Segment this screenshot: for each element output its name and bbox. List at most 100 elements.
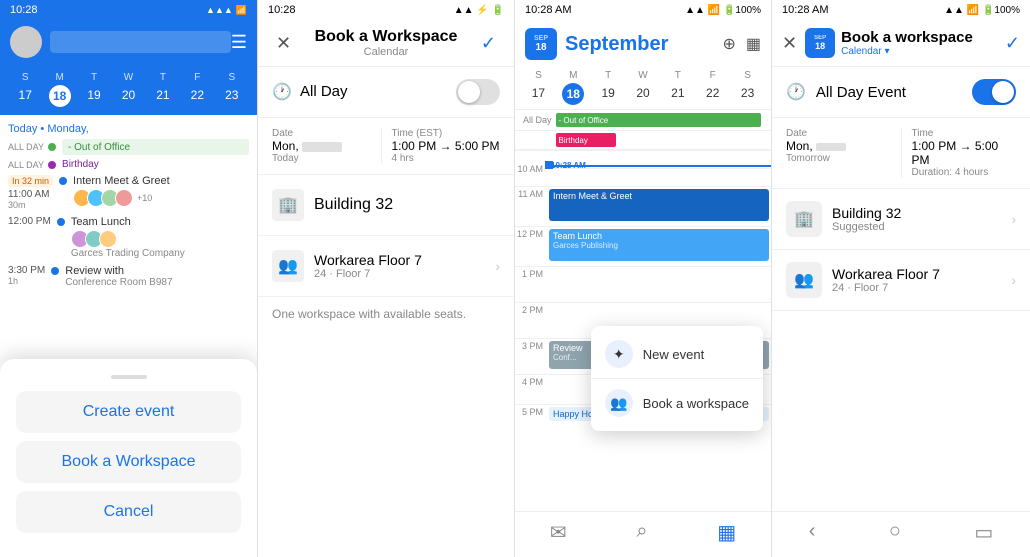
event-dot-intern xyxy=(59,177,67,185)
calendar-icon-4: SEP 18 xyxy=(805,28,835,58)
time-3: 10:28 AM xyxy=(525,4,571,16)
book-workspace-button[interactable]: Book a Workspace xyxy=(16,441,241,483)
header-main-title: Book a Workspace xyxy=(295,28,477,46)
date-col-sub: Tomorrow xyxy=(786,153,891,164)
days-of-week: S M T W T F S xyxy=(8,70,249,85)
allday-event-label: All Day Event xyxy=(816,84,972,101)
outofoffice-bar: - Out of Office xyxy=(62,139,249,155)
workspace-capacity: 24 xyxy=(314,268,326,280)
event-team-lunch[interactable]: 12:00 PM Team Lunch Garces Trading Compa… xyxy=(0,213,257,262)
book-workspace-menu-item[interactable]: 👥 Book a workspace xyxy=(591,379,763,427)
time-4: 10:28 AM xyxy=(782,4,828,16)
avatar-l3 xyxy=(99,230,117,248)
more-count: +10 xyxy=(137,193,152,203)
check-button-2[interactable]: ✓ xyxy=(477,29,500,58)
menu-icon[interactable]: ☰ xyxy=(231,32,247,53)
calendar-month-header: SEP 18 September ⊕ ▦ xyxy=(515,20,771,68)
month-title: September xyxy=(565,33,668,56)
calendar-nav-icon[interactable]: ▦ xyxy=(717,520,736,545)
event-info-intern: Intern Meet & Greet +10 xyxy=(73,175,249,207)
workspace-details: 24 · Floor 7 xyxy=(314,268,495,280)
event-title-intern: Intern Meet & Greet xyxy=(73,175,249,187)
event-dot-outofoffice xyxy=(48,143,56,151)
allday-birthday: All Day Birthday xyxy=(515,131,771,150)
book-workspace-header: ✕ Book a Workspace Calendar ✓ xyxy=(258,20,514,67)
event-title-review: Review with xyxy=(65,265,249,277)
allday-event-outofoffice[interactable]: ALL DAY - Out of Office xyxy=(0,137,257,157)
mini-calendar: S M T W T F S 17 18 19 20 21 22 23 xyxy=(0,66,257,115)
date-col-label: Date xyxy=(786,128,891,139)
event-review[interactable]: 3:30 PM 1h Review with Conference Room B… xyxy=(0,262,257,291)
time-2: 10:28 xyxy=(268,4,296,16)
back-nav-icon[interactable]: ‹ xyxy=(809,520,816,545)
grid-icon-3[interactable]: ▦ xyxy=(746,34,761,54)
allday-row-2: 🕐 All Day xyxy=(258,67,514,118)
new-event-icon: ✦ xyxy=(605,340,633,368)
allday-label-p2: All Day xyxy=(300,83,348,100)
date-col: Date Mon, Tomorrow xyxy=(786,128,891,178)
header-title-2: Book a Workspace Calendar xyxy=(295,28,477,58)
new-event-label: New event xyxy=(643,347,704,362)
status-icons-4: ▲▲ 📶 🔋100% xyxy=(944,5,1020,16)
time-value: 1:00 PM → 5:00 PM xyxy=(392,139,501,153)
bottom-nav-4: ‹ ○ ▭ xyxy=(772,511,1030,557)
calendar-header-1: ☰ xyxy=(0,20,257,66)
cancel-button[interactable]: Cancel xyxy=(16,491,241,533)
home-nav-icon[interactable]: ○ xyxy=(889,520,901,545)
workspace-title-4: Workarea Floor 7 xyxy=(832,266,1011,282)
allday-toggle[interactable] xyxy=(456,79,500,105)
book-workspace-header-4: ✕ SEP 18 Book a workspace Calendar ▾ ✓ xyxy=(772,20,1030,67)
recent-nav-icon[interactable]: ▭ xyxy=(974,520,993,545)
day-label: Today • Monday, xyxy=(0,119,257,137)
header-title-4: Book a workspace Calendar ▾ xyxy=(841,29,1005,57)
search-icon-3[interactable]: ⊕ xyxy=(722,34,735,54)
workspace-section-row[interactable]: 👥 Workarea Floor 7 24 · Floor 7 › xyxy=(772,250,1030,311)
check-button-4[interactable]: ✓ xyxy=(1005,33,1020,54)
datetime-row[interactable]: Date Mon, Today Time (EST) 1:00 PM → 5:0… xyxy=(258,118,514,175)
time-label: Time (EST) xyxy=(392,128,501,139)
date-label: Date xyxy=(272,128,381,139)
calendar-days: 17 18 19 20 21 22 23 xyxy=(8,85,249,107)
close-button-2[interactable]: ✕ xyxy=(272,29,295,58)
event-block-intern[interactable]: Intern Meet & Greet xyxy=(549,189,769,221)
hour-12pm-events: Team Lunch Garces Publishing xyxy=(547,227,771,263)
status-bar-2: 10:28 ▲▲ ⚡ 🔋 xyxy=(258,0,514,20)
allday-label-2: ALL DAY xyxy=(8,160,44,170)
event-info-lunch: Team Lunch Garces Trading Company xyxy=(71,216,249,259)
allday-toggle-4[interactable] xyxy=(972,79,1016,105)
building-section-row[interactable]: 🏢 Building 32 Suggested › xyxy=(772,189,1030,250)
allday-event-birthday[interactable]: ALL DAY Birthday xyxy=(0,157,257,172)
date-col-val: Mon, xyxy=(786,139,891,153)
header-subtitle-4: Calendar ▾ xyxy=(841,46,1005,57)
close-button-4[interactable]: ✕ xyxy=(782,33,797,54)
workspace-icon: 👥 xyxy=(272,250,304,282)
event-dot-birthday xyxy=(48,161,56,169)
avatar[interactable] xyxy=(10,26,42,58)
event-block-lunch[interactable]: Team Lunch Garces Publishing xyxy=(549,229,769,261)
mail-nav-icon[interactable]: ✉ xyxy=(550,520,567,545)
event-time: 11:00 AM xyxy=(8,189,53,200)
bottom-nav-3: ✉ ⌕ ▦ xyxy=(515,511,771,557)
new-event-menu-item[interactable]: ✦ New event xyxy=(591,330,763,378)
datetime-row-4[interactable]: Date Mon, Tomorrow Time 1:00 PM → 5:00 P… xyxy=(772,118,1030,189)
building-row[interactable]: 🏢 Building 32 xyxy=(258,175,514,236)
hour-12pm: 12 PM Team Lunch Garces Publishing xyxy=(515,226,771,266)
event-dot-review xyxy=(51,267,59,275)
event-badge: In 32 min xyxy=(8,175,53,187)
clock-icon: 🕐 xyxy=(272,82,300,102)
date-section: Date Mon, Today xyxy=(272,128,381,164)
days-of-week-3: S M T W T F S xyxy=(515,68,771,83)
date-sub: Today xyxy=(272,153,381,164)
event-intern-meet[interactable]: In 32 min 11:00 AM 30m Intern Meet & Gre… xyxy=(0,172,257,213)
hour-11am: 11 AM Intern Meet & Greet xyxy=(515,186,771,226)
create-event-button[interactable]: Create event xyxy=(16,391,241,433)
clock-icon-4: 🕐 xyxy=(786,82,806,102)
workspace-row[interactable]: 👥 Workarea Floor 7 24 · Floor 7 › xyxy=(258,236,514,297)
header-icons-3: ⊕ ▦ xyxy=(722,34,761,54)
sheet-handle xyxy=(111,375,147,379)
action-sheet: Create event Book a Workspace Cancel xyxy=(0,359,257,557)
time-section: Time (EST) 1:00 PM → 5:00 PM 4 hrs xyxy=(381,128,501,164)
context-menu: ✦ New event 👥 Book a workspace xyxy=(591,326,763,431)
search-nav-icon[interactable]: ⌕ xyxy=(636,520,647,545)
review-location: Conference Room B987 xyxy=(65,277,249,288)
